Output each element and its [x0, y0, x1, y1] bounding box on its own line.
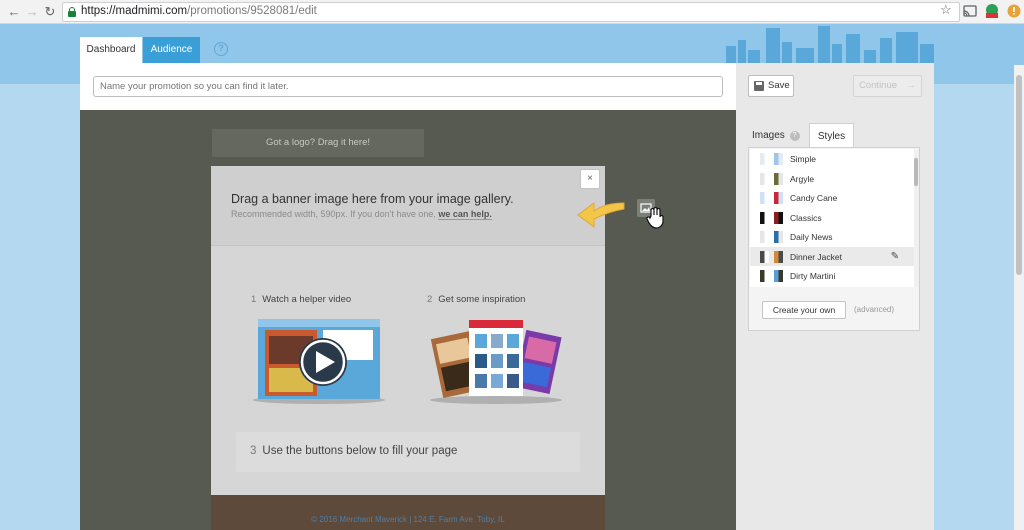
continue-button[interactable]: Continue →	[853, 75, 922, 97]
step-number: 1	[251, 294, 257, 305]
banner-drop-zone[interactable]: × Drag a banner image here from your ima…	[211, 166, 605, 246]
save-button[interactable]: Save	[748, 75, 794, 97]
back-icon[interactable]: ←	[6, 4, 22, 20]
tab-images[interactable]: Images ?	[752, 123, 804, 148]
banner-subtitle-text: Recommended width, 590px. If you don't h…	[231, 209, 439, 219]
style-swatch	[774, 211, 783, 224]
tab-styles[interactable]: Styles	[809, 123, 854, 148]
promotion-canvas: Got a logo? Drag it here! × Drag a banne…	[80, 110, 736, 530]
promotion-name-bar	[80, 63, 736, 110]
step-number: 2	[427, 294, 433, 305]
style-swatch	[760, 270, 769, 282]
profile-badge-icon[interactable]	[1006, 3, 1022, 19]
style-item[interactable]: Daily News	[750, 227, 914, 247]
continue-arrow-icon: →	[906, 80, 917, 91]
bookmark-star-icon[interactable]: ☆	[940, 2, 952, 18]
reload-icon[interactable]: ↻	[42, 4, 58, 20]
step-1-label[interactable]: 1 Watch a helper video	[251, 294, 351, 305]
url-host: https://madmimi.com	[81, 5, 188, 17]
grab-hand-cursor-icon	[646, 207, 664, 229]
step-number: 3	[250, 445, 257, 457]
footer-strip: © 2016 Merchant Maverick | 124 E. Farm A…	[211, 495, 605, 530]
close-button[interactable]: ×	[580, 169, 600, 189]
style-item[interactable]: Classics	[750, 208, 914, 228]
right-sidebar: Save Continue → Images ? Styles Simple Ar…	[736, 63, 934, 530]
banner-subtitle: Recommended width, 590px. If you don't h…	[231, 209, 492, 220]
step-text: Get some inspiration	[438, 294, 526, 305]
banner-title: Drag a banner image here from your image…	[231, 192, 514, 206]
style-item[interactable]: Dirty Martini	[750, 266, 914, 286]
edit-pencil-icon[interactable]: ✎	[884, 249, 906, 265]
styles-list[interactable]: Simple Argyle Candy Cane Classics Daily News…	[750, 149, 914, 287]
forward-icon[interactable]: →	[24, 4, 40, 20]
style-swatch	[774, 172, 783, 185]
create-your-own-button[interactable]: Create your own	[762, 301, 846, 319]
help-icon[interactable]: ?	[214, 42, 228, 56]
styles-list-scroll-thumb[interactable]	[914, 158, 918, 186]
style-swatch	[774, 231, 783, 243]
style-name: Dinner Jacket	[790, 251, 842, 262]
cast-icon[interactable]	[962, 3, 978, 19]
style-name: Dirty Martini	[790, 271, 836, 281]
style-item[interactable]: Argyle	[750, 169, 914, 189]
style-name: Simple	[790, 154, 816, 164]
tab-audience[interactable]: Audience	[143, 37, 200, 63]
lock-icon	[68, 7, 76, 17]
save-disk-icon	[754, 81, 764, 91]
step-text: Use the buttons below to fill your page	[262, 445, 458, 457]
helper-video-thumbnail[interactable]	[253, 316, 387, 406]
step-text: Watch a helper video	[262, 294, 352, 305]
address-bar[interactable]: https://madmimi.com/promotions/9528081/e…	[62, 2, 960, 22]
style-swatch	[774, 250, 783, 263]
footer-text: © 2016 Merchant Maverick | 124 E. Farm A…	[311, 515, 505, 524]
style-swatch	[774, 153, 783, 165]
style-item[interactable]: Candy Cane	[750, 188, 914, 208]
continue-label: Continue	[859, 80, 898, 91]
style-swatch	[760, 211, 769, 224]
style-swatch	[760, 153, 769, 165]
style-swatch	[760, 231, 769, 243]
style-swatch	[774, 192, 783, 204]
step-2-label[interactable]: 2 Get some inspiration	[427, 294, 525, 305]
logo-drop-zone[interactable]: Got a logo? Drag it here!	[212, 129, 424, 157]
browser-toolbar: ← → ↻ https://madmimi.com/promotions/952…	[0, 0, 1024, 24]
style-swatch	[760, 172, 769, 185]
city-skyline-illustration	[726, 26, 934, 64]
style-swatch	[760, 192, 769, 204]
tab-images-label: Images	[752, 130, 785, 141]
url-path: /promotions/9528081/edit	[187, 5, 317, 17]
extension-new-icon[interactable]	[984, 3, 1000, 19]
style-item[interactable]: Dinner Jacket ✎	[750, 246, 914, 266]
style-swatch	[774, 270, 783, 282]
inspiration-thumbnail[interactable]	[429, 316, 563, 406]
style-name: Argyle	[790, 173, 815, 184]
step-3-label: 3 Use the buttons below to fill your page	[250, 445, 457, 457]
styles-panel: Simple Argyle Candy Cane Classics Daily News…	[748, 147, 920, 331]
url-text: https://madmimi.com/promotions/9528081/e…	[81, 5, 317, 17]
style-name: Daily News	[790, 232, 833, 242]
help-badge-icon[interactable]: ?	[789, 131, 800, 141]
banner-drop-card[interactable]: × Drag a banner image here from your ima…	[211, 166, 605, 530]
style-name: Classics	[790, 212, 822, 223]
step-3-card: 3 Use the buttons below to fill your page	[236, 432, 580, 472]
style-swatch	[760, 250, 769, 263]
advanced-label: (advanced)	[854, 305, 895, 314]
tab-dashboard[interactable]: Dashboard	[80, 37, 142, 63]
page-scroll-thumb[interactable]	[1016, 75, 1022, 275]
style-item[interactable]: Simple	[750, 149, 914, 169]
promotion-name-input[interactable]	[93, 76, 723, 97]
drag-arrow-icon	[577, 202, 625, 228]
save-label: Save	[768, 80, 790, 91]
we-can-help-link[interactable]: we can help.	[438, 209, 492, 220]
style-name: Candy Cane	[790, 193, 838, 203]
